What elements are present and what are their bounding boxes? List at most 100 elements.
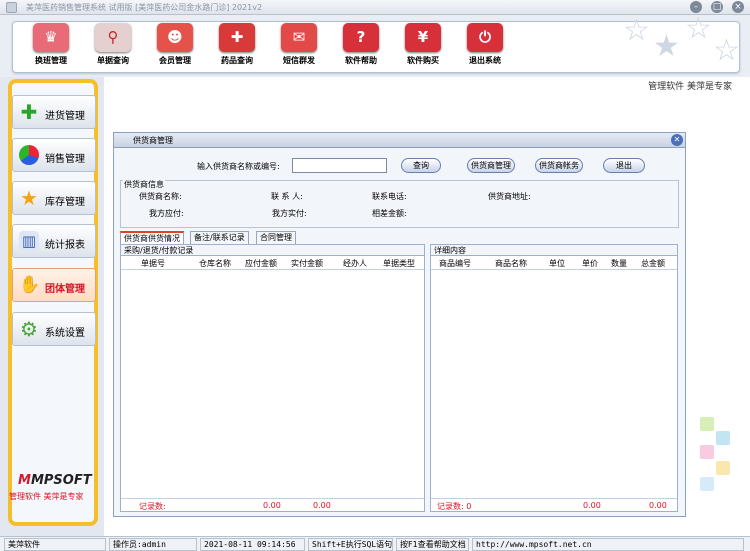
toolbar-button-label: 药品查询 — [221, 56, 253, 65]
slogan: 管理软件 美萍是专家 — [648, 82, 732, 92]
main-toolbar: ☆ ★ ☆ ☆ ♛ 换班管理 ⚲ 单据查询 ☻ 会员管理 ✚ 药品查询 ✉ 短信… — [0, 15, 750, 77]
address-label: 供货商地址: — [488, 192, 531, 201]
main-area: 管理软件 美萍是专家 供货商管理 ✕ 输入供货商名称或编号: 查询 供货商管理 … — [104, 77, 750, 536]
column-header[interactable]: 经办人 — [343, 258, 367, 269]
dialog-title: 供货商管理 — [114, 133, 685, 148]
toolbar-button-document-query[interactable]: ⚲ 单据查询 — [91, 23, 135, 71]
paid-label: 我方实付: — [272, 209, 307, 218]
column-header[interactable]: 商品名称 — [495, 258, 527, 269]
cube-decoration-icon — [716, 431, 730, 445]
phone-label: 联系电话: — [372, 192, 407, 201]
sidebar-item-purchase[interactable]: ✚ 进货管理 — [12, 95, 96, 129]
column-header[interactable]: 实付金额 — [291, 258, 323, 269]
toolbar-button-handover[interactable]: ♛ 换班管理 — [29, 23, 73, 71]
sidebar-item-label: 库存管理 — [45, 197, 85, 208]
star-decoration-icon: ☆ — [623, 15, 650, 48]
toolbar-button-drug-query[interactable]: ✚ 药品查询 — [215, 23, 259, 71]
sidebar: ✚ 进货管理 销售管理 ★ 库存管理 ▥ 统计报表 ✋ 团体管理 ⚙ 系统设置 … — [0, 77, 104, 536]
exit-button[interactable]: 退出 — [603, 158, 645, 173]
supplier-management-button[interactable]: 供货商管理 — [467, 158, 515, 173]
sidebar-item-label: 团体管理 — [45, 284, 85, 295]
toolbar-button-buy[interactable]: ¥ 软件购买 — [401, 23, 445, 71]
star-decoration-icon: ★ — [653, 29, 680, 64]
grid-header: 单据号 仓库名称 应付金额 实付金额 经办人 单据类型 — [121, 256, 424, 270]
status-help-hint: 按F1查看帮助文档 — [396, 538, 469, 551]
supplier-name-label: 供货商名称: — [139, 192, 182, 201]
status-bar: 美萍软件 操作员:admin 2021-08-11 09:14:56 Shift… — [0, 536, 750, 551]
supplier-info-label: 供货商信息 — [123, 179, 165, 190]
grid-title: 采购/退货/付款记录 — [121, 245, 424, 256]
toolbar-button-label: 退出系统 — [469, 56, 501, 65]
column-header[interactable]: 单据号 — [141, 258, 165, 269]
cube-decoration-icon — [700, 417, 714, 431]
sidebar-item-reports[interactable]: ▥ 统计报表 — [12, 224, 96, 258]
sidebar-item-group[interactable]: ✋ 团体管理 — [12, 268, 96, 302]
minimize-icon[interactable]: – — [690, 1, 702, 13]
grid-header: 商品编号 商品名称 单位 单价 数量 总金额 — [431, 256, 677, 270]
cube-decoration-icon — [700, 477, 714, 491]
supplier-account-button[interactable]: 供货商帐务 — [535, 158, 583, 173]
status-datetime: 2021-08-11 09:14:56 — [200, 538, 305, 551]
tab-contracts[interactable]: 合同管理 — [256, 231, 296, 244]
sidebar-item-label: 销售管理 — [45, 154, 85, 165]
footer-total-paid: 0.00 — [313, 501, 331, 510]
column-header[interactable]: 单价 — [582, 258, 598, 269]
plus-icon: ✚ — [20, 100, 38, 124]
toolbar-button-exit[interactable]: ⏻ 退出系统 — [463, 23, 507, 71]
query-button[interactable]: 查询 — [401, 158, 441, 173]
status-app-name: 美萍软件 — [4, 538, 106, 551]
app-icon — [6, 2, 17, 13]
grid-title: 详细内容 — [431, 245, 677, 256]
status-operator: 操作员:admin — [109, 538, 197, 551]
detail-grid: 详细内容 商品编号 商品名称 单位 单价 数量 总金额 记录数: 0 0.00 … — [430, 244, 678, 512]
help-icon: ? — [343, 23, 379, 52]
toolbar-button-member[interactable]: ☻ 会员管理 — [153, 23, 197, 71]
column-header[interactable]: 数量 — [611, 258, 627, 269]
search-icon: ⚲ — [95, 23, 131, 52]
handover-icon: ♛ — [33, 23, 69, 52]
footer-total-amount: 0.00 — [649, 501, 667, 510]
brand-tagline: 管理软件 美萍是专家 — [9, 492, 84, 501]
payable-label: 我方应付: — [149, 209, 184, 218]
toolbar-button-label: 单据查询 — [97, 56, 129, 65]
contact-label: 联 系 人: — [271, 192, 303, 201]
toolbar-button-label: 换班管理 — [35, 56, 67, 65]
difference-label: 相差金额: — [372, 209, 407, 218]
toolbar-button-sms[interactable]: ✉ 短信群发 — [277, 23, 321, 71]
toolbar-button-label: 会员管理 — [159, 56, 191, 65]
record-count: 记录数: — [139, 502, 166, 511]
sidebar-item-inventory[interactable]: ★ 库存管理 — [12, 181, 96, 215]
cube-decoration-icon — [700, 445, 714, 459]
sidebar-item-label: 进货管理 — [45, 111, 85, 122]
maximize-icon[interactable]: □ — [711, 1, 723, 13]
tab-notes-contact[interactable]: 备注/联系记录 — [190, 231, 249, 244]
sidebar-item-settings[interactable]: ⚙ 系统设置 — [12, 312, 96, 346]
sidebar-item-label: 统计报表 — [45, 240, 85, 251]
window-title: 美萍医药销售管理系统 试用版 [美萍医药公司金水路门诊] 2021v2 — [26, 3, 263, 12]
gear-icon: ⚙ — [20, 317, 38, 341]
column-header[interactable]: 单据类型 — [383, 258, 415, 269]
sidebar-item-sales[interactable]: 销售管理 — [12, 138, 96, 172]
search-label: 输入供货商名称或编号: — [197, 162, 280, 171]
star-icon: ★ — [20, 186, 38, 210]
column-header[interactable]: 仓库名称 — [199, 258, 231, 269]
close-icon[interactable]: × — [732, 1, 744, 13]
column-header[interactable]: 单位 — [549, 258, 565, 269]
tab-supply-status[interactable]: 供货商供货情况 — [120, 231, 184, 244]
column-header[interactable]: 应付金额 — [245, 258, 277, 269]
supplier-info-group: 供货商信息 供货商名称: 联 系 人: 联系电话: 供货商地址: 我方应付: 我… — [120, 179, 679, 228]
supplier-management-dialog: 供货商管理 ✕ 输入供货商名称或编号: 查询 供货商管理 供货商帐务 退出 供货… — [113, 132, 686, 517]
column-header[interactable]: 商品编号 — [439, 258, 471, 269]
window-titlebar: 美萍医药销售管理系统 试用版 [美萍医药公司金水路门诊] 2021v2 – □ … — [0, 0, 750, 15]
sms-icon: ✉ — [281, 23, 317, 52]
drug-icon: ✚ — [219, 23, 255, 52]
footer-total-price: 0.00 — [583, 501, 601, 510]
column-header[interactable]: 总金额 — [641, 258, 665, 269]
grid-footer: 记录数: 0 0.00 0.00 — [431, 498, 677, 511]
supplier-search-input[interactable] — [292, 158, 387, 173]
pie-chart-icon — [19, 145, 39, 165]
dialog-close-icon[interactable]: ✕ — [671, 134, 683, 146]
member-icon: ☻ — [157, 23, 193, 52]
footer-total-payable: 0.00 — [263, 501, 281, 510]
toolbar-button-help[interactable]: ? 软件帮助 — [339, 23, 383, 71]
